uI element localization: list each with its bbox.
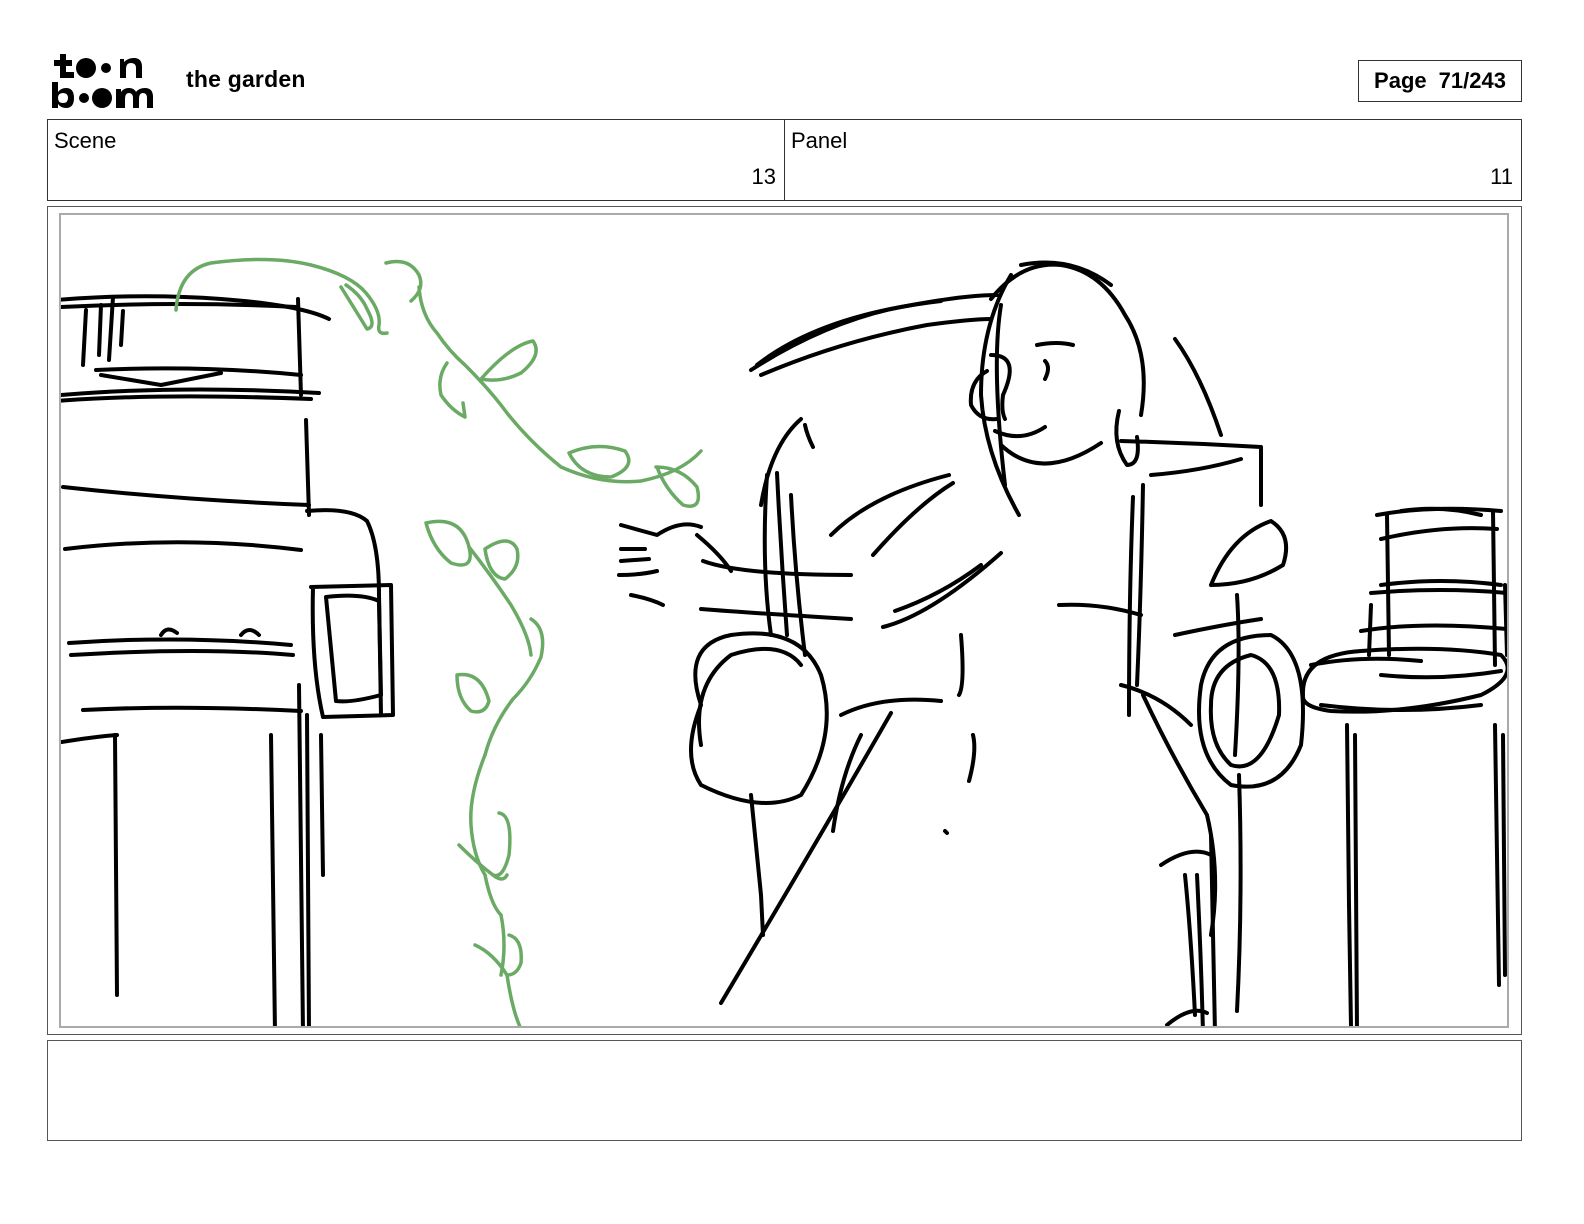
project-title: the garden: [186, 66, 306, 92]
scene-number: 13: [751, 164, 776, 189]
scene-label: Scene: [54, 128, 117, 153]
page-indicator: Page 71/243: [1358, 60, 1522, 102]
page-label: Page: [1374, 68, 1427, 93]
character-sketch: [617, 260, 1305, 1026]
panel-cell: Panel 11: [784, 120, 1521, 200]
scene-cell: Scene 13: [48, 120, 784, 200]
panel-number: 11: [1490, 164, 1513, 189]
left-shelf-sketch: [61, 294, 395, 1026]
scene-panel-info: Scene 13 Panel 11: [47, 119, 1522, 201]
right-table-sketch: [1300, 506, 1507, 1026]
panel-label: Panel: [791, 128, 848, 153]
page-number: 71/243: [1438, 68, 1506, 93]
storyboard-drawing: [59, 213, 1509, 1028]
toon-boom-logo: [50, 50, 166, 112]
notes-box: [47, 1040, 1522, 1141]
